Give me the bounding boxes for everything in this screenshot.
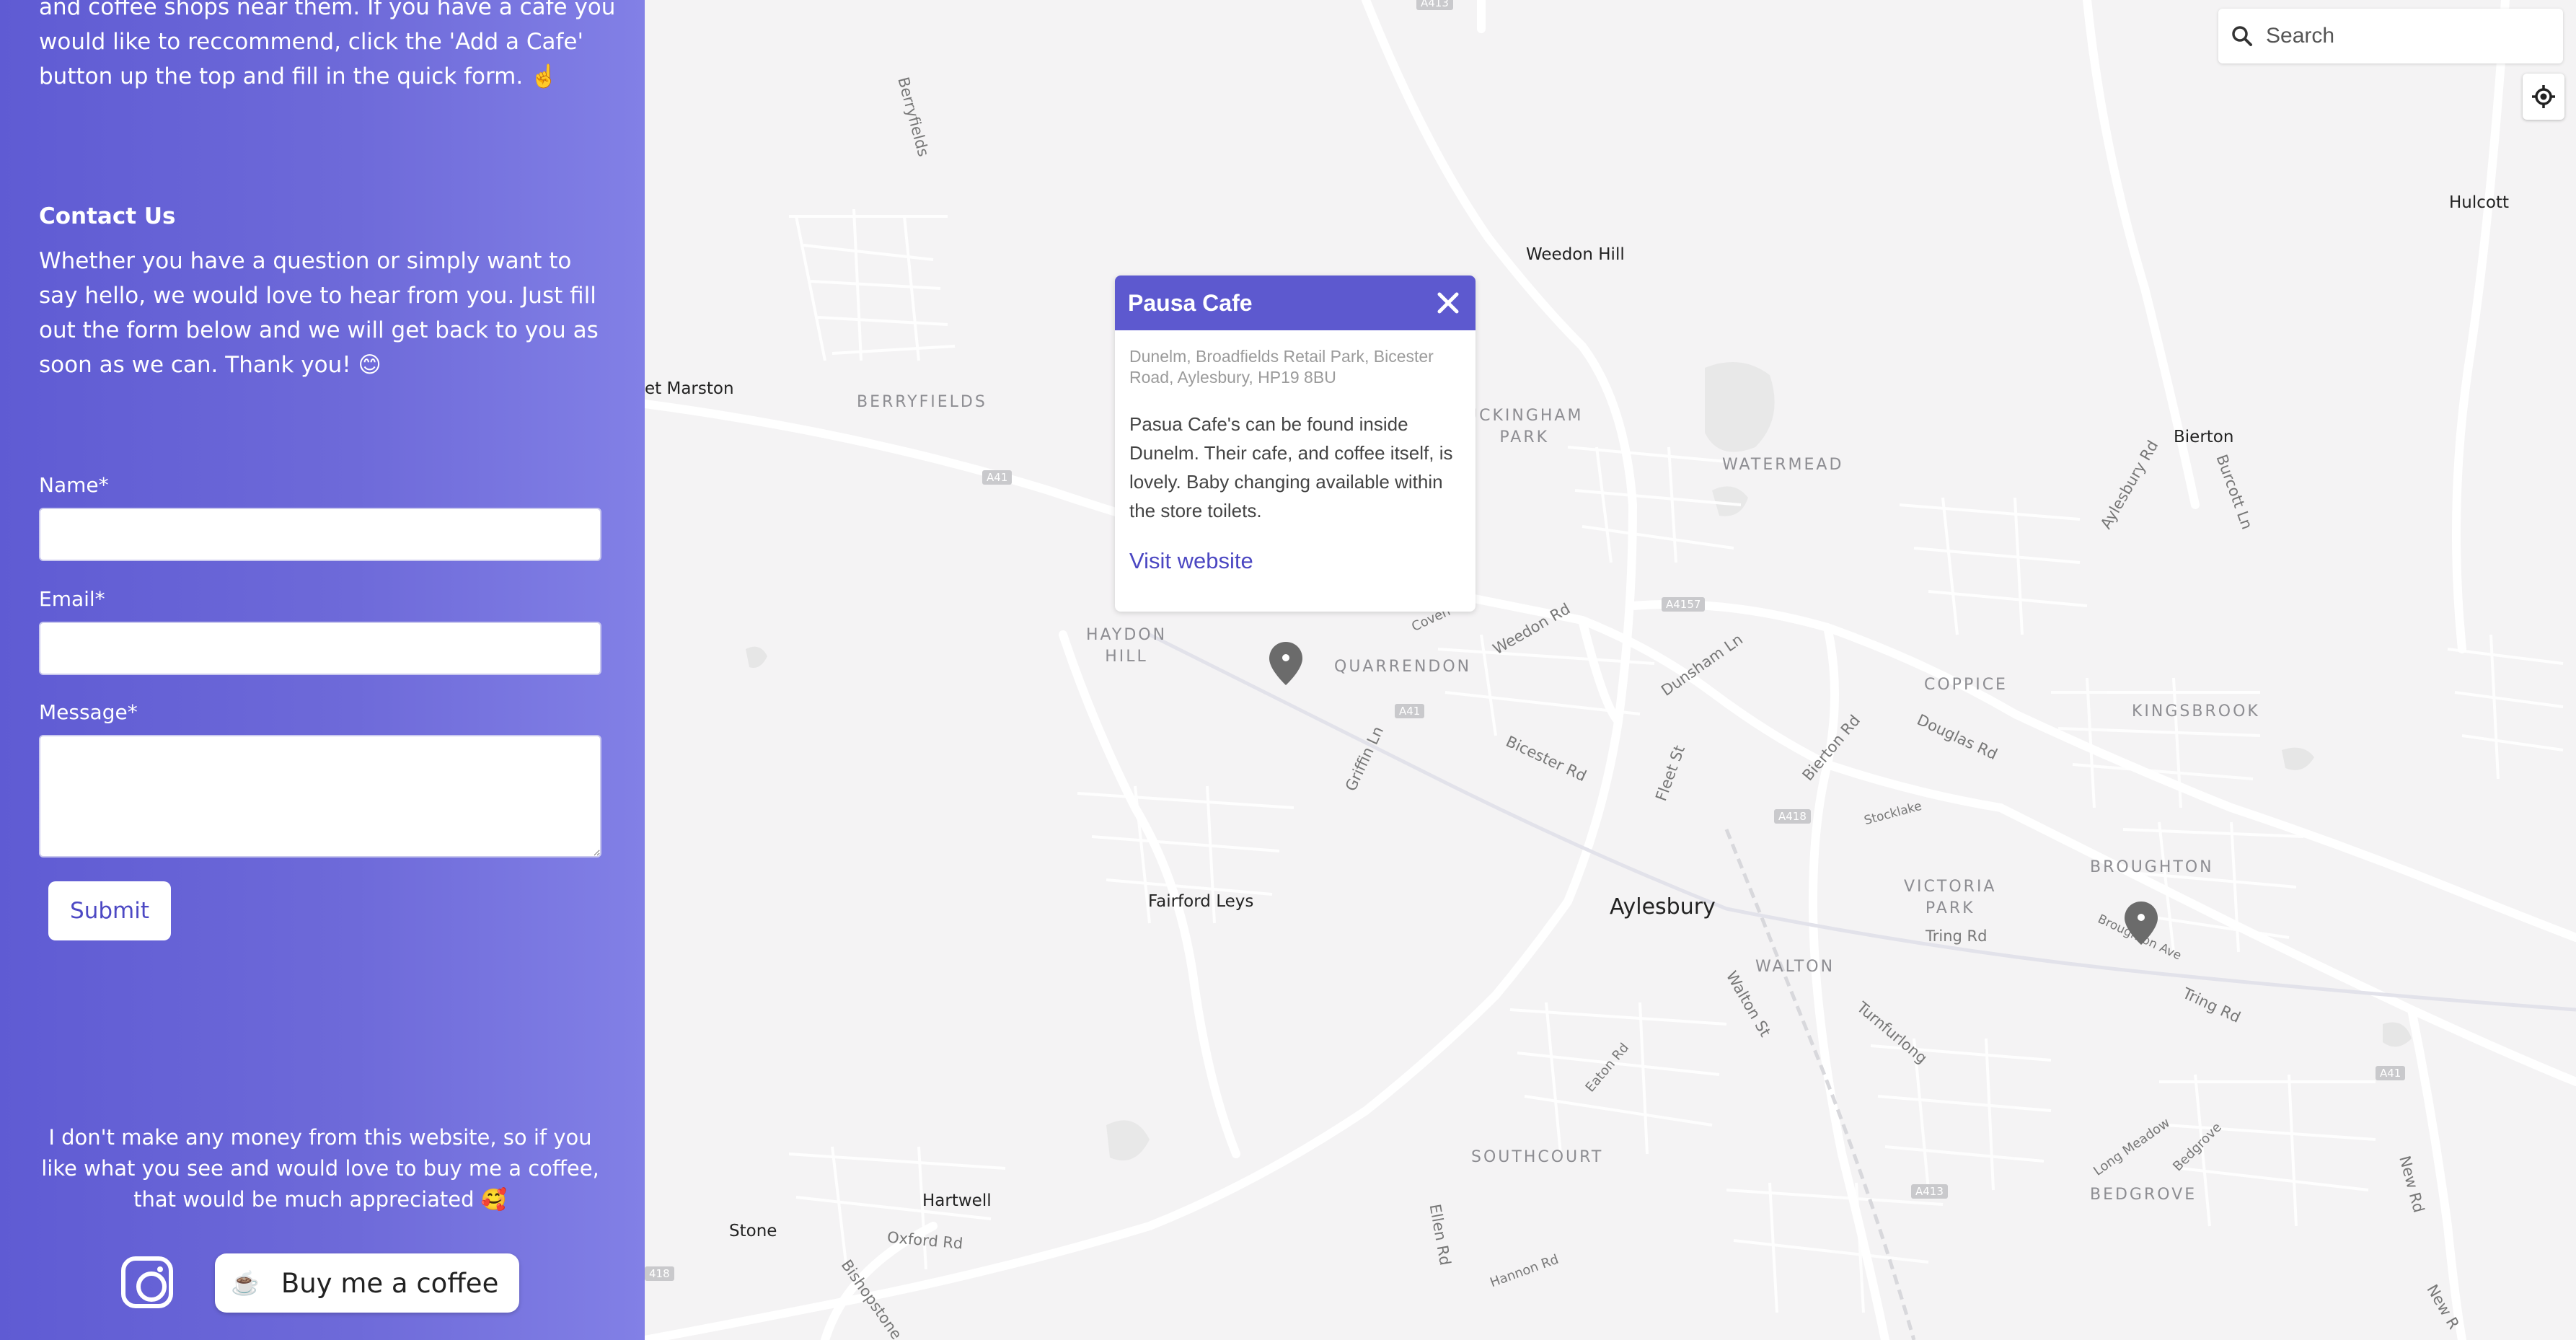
place-hartwell: Hartwell [922,1191,992,1210]
buy-me-a-coffee-label: Buy me a coffee [281,1267,499,1299]
visit-website-link[interactable]: Visit website [1129,548,1461,574]
instagram-icon[interactable] [121,1256,173,1308]
cafe-pin-pausa[interactable] [1267,640,1305,687]
place-hulcott: Hulcott [2449,193,2510,212]
shield-a418: A418 [1774,809,1811,824]
map-search[interactable] [2218,9,2563,63]
popup-title: Pausa Cafe [1128,289,1253,316]
contact-heading: Contact Us [39,203,176,229]
popup-address: Dunelm, Broadfields Retail Park, Biceste… [1129,347,1434,387]
shield-a418-west: 418 [645,1266,674,1281]
place-stone: Stone [729,1222,777,1240]
close-icon[interactable] [1434,288,1463,317]
submit-button[interactable]: Submit [48,881,171,940]
name-field[interactable] [39,508,601,561]
place-bierton: Bierton [2174,428,2234,446]
contact-text: Whether you have a question or simply wa… [39,248,599,378]
road-tring-rd: Tring Rd [1926,927,1988,945]
shield-a413: A413 [1911,1184,1948,1199]
buy-me-a-coffee-button[interactable]: ☕ Buy me a coffee [215,1253,519,1313]
area-walton: WALTON [1755,958,1835,976]
sidebar: and coffee shops near them. If you have … [0,0,645,1340]
popup-header: Pausa Cafe [1115,276,1476,330]
place-fairford-leys: Fairford Leys [1148,892,1254,911]
area-southcourt: SOUTHCOURT [1471,1148,1604,1166]
cafe-pin-broughton[interactable] [2122,900,2160,946]
area-quarrendon: QUARRENDON [1334,658,1472,676]
shield-a4157: A4157 [1662,597,1706,612]
search-icon [2232,26,2252,46]
area-victoria-park: VICTORIA PARK [1904,878,1997,917]
area-haydon-hill: HAYDON HILL [1086,626,1168,666]
area-bedgrove: BEDGROVE [2090,1186,2197,1204]
map-canvas [645,0,2576,1340]
shield-a41-east: A41 [2376,1066,2406,1080]
shield-a41-west: A41 [982,470,1013,485]
area-buckingham-park: UCKINGHAM PARK [1465,407,1584,446]
place-marston: et Marston [645,379,734,398]
message-field[interactable] [39,735,601,858]
area-kingsbrook: KINGSBROOK [2132,702,2260,720]
donate-text: I don't make any money from this website… [41,1125,599,1212]
geolocate-button[interactable] [2523,74,2564,120]
area-berryfields: BERRYFIELDS [857,393,987,411]
cafe-popup: Pausa Cafe Dunelm, Broadfields Retail Pa… [1115,276,1476,612]
email-label: Email* [39,587,105,611]
name-label: Name* [39,473,109,497]
area-coppice: COPPICE [1924,676,2008,694]
email-field[interactable] [39,622,601,675]
place-aylesbury: Aylesbury [1610,894,1716,920]
search-input[interactable] [2266,24,2554,48]
area-broughton: BROUGHTON [2090,858,2214,876]
map[interactable]: Hulcott Weedon Hill Bierton Aylesbury Fa… [645,0,2576,1340]
shield-a41-center: A41 [1395,704,1425,718]
place-weedon-hill: Weedon Hill [1526,245,1625,264]
coffee-cup-icon: ☕ [231,1270,260,1296]
locate-icon [2532,85,2555,108]
popup-description: Pasua Cafe's can be found inside Dunelm.… [1129,413,1453,521]
message-label: Message* [39,700,138,724]
area-watermead: WATERMEAD [1722,456,1844,474]
intro-text: and coffee shops near them. If you have … [39,0,616,89]
shield-a413-top: A413 [1416,0,1453,10]
